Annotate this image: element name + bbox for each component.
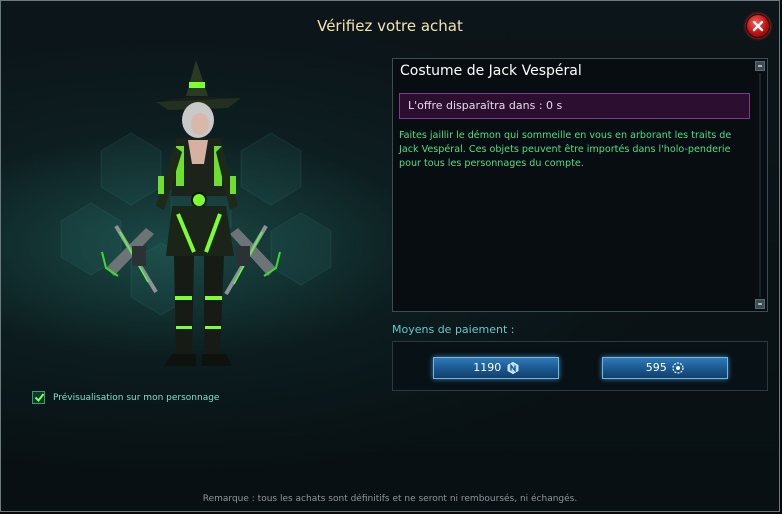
item-name: Costume de Jack Vespéral <box>400 63 582 79</box>
preview-option: Prévisualisation sur mon personnage <box>32 391 219 404</box>
purchase-dialog: Vérifiez votre achat Prévisualisation su… <box>0 0 780 512</box>
ncoin-icon <box>507 362 519 374</box>
pay-omnibit-button[interactable]: 595 <box>602 357 728 379</box>
footer-note: Remarque : tous les achats sont définiti… <box>202 494 578 504</box>
scroll-down-button[interactable] <box>755 299 765 309</box>
preview-checkbox[interactable] <box>32 391 45 404</box>
close-icon <box>752 20 764 32</box>
omnibit-icon <box>672 362 684 374</box>
ncoin-price: 1190 <box>473 361 502 374</box>
scroll-up-button[interactable] <box>755 61 765 71</box>
payment-methods-label: Moyens de paiement : <box>392 323 515 336</box>
preview-label: Prévisualisation sur mon personnage <box>53 392 220 403</box>
item-info-panel: Costume de Jack Vespéral L'offre dispara… <box>392 58 768 312</box>
close-button[interactable] <box>746 14 770 38</box>
offer-timer: L'offre disparaîtra dans : 0 s <box>399 93 750 119</box>
description-scrollbar[interactable] <box>755 61 766 309</box>
character-preview-image <box>101 60 281 366</box>
scroll-track[interactable] <box>759 73 761 297</box>
checkmark-icon <box>34 393 45 403</box>
omnibit-price: 595 <box>645 361 667 374</box>
payment-methods-panel: 1190 595 <box>392 341 768 391</box>
dialog-title: Vérifiez votre achat <box>317 17 463 35</box>
item-description: Faites jaillir le démon qui sommeille en… <box>399 130 732 169</box>
pay-ncoin-button[interactable]: 1190 <box>433 357 559 379</box>
